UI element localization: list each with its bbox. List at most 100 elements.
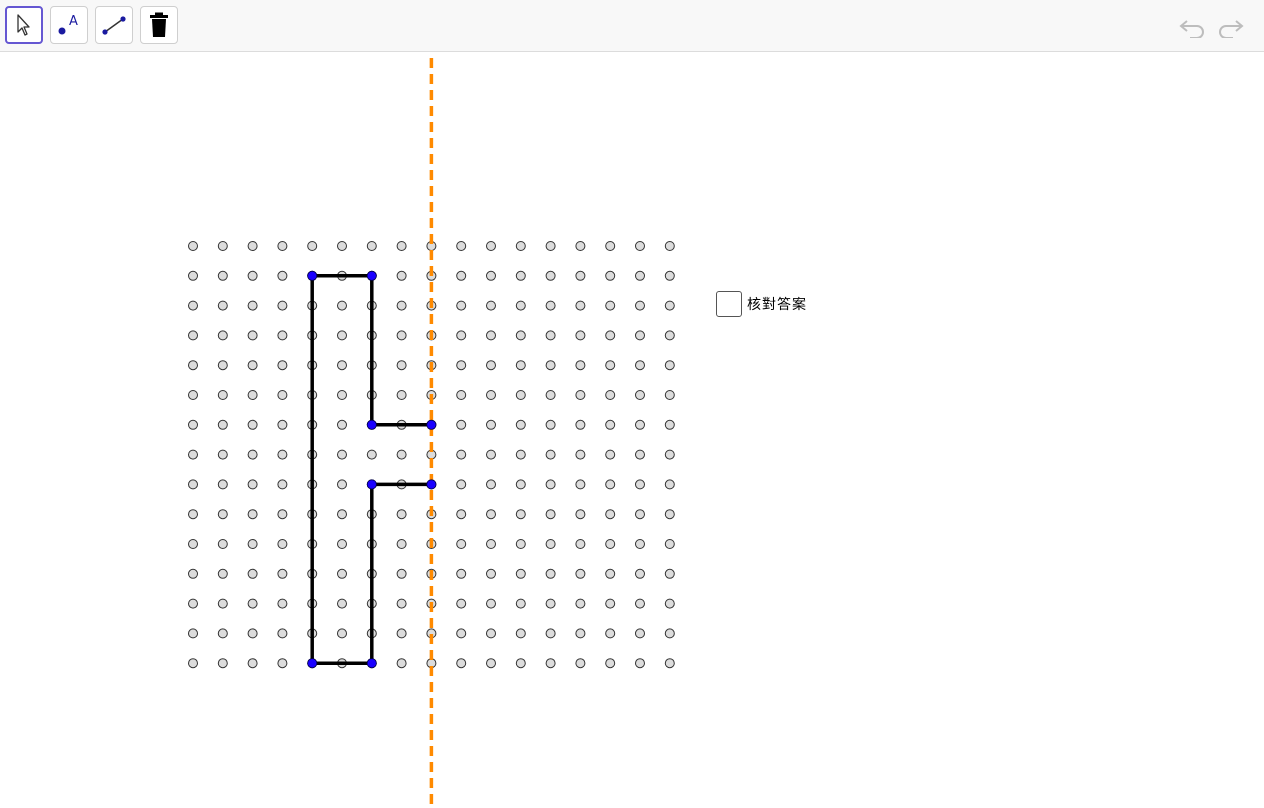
grid-dot[interactable] — [217, 449, 228, 460]
grid-dot[interactable] — [307, 241, 318, 251]
shape-vertex[interactable] — [366, 658, 377, 669]
grid-dot[interactable] — [277, 479, 288, 490]
grid-dot[interactable] — [247, 270, 258, 281]
grid-dot[interactable] — [486, 360, 496, 371]
grid-dot[interactable] — [277, 568, 288, 579]
grid-dot[interactable] — [515, 270, 526, 281]
grid-dot[interactable] — [486, 419, 496, 430]
grid-dot[interactable] — [396, 568, 407, 579]
grid-dot[interactable] — [545, 539, 556, 549]
grid-dot[interactable] — [664, 390, 675, 400]
grid-dot[interactable] — [635, 539, 645, 549]
grid-dot[interactable] — [664, 628, 675, 639]
grid-dot[interactable] — [605, 598, 616, 609]
grid-dot[interactable] — [456, 568, 467, 579]
grid-dot[interactable] — [277, 300, 288, 311]
grid-dot[interactable] — [605, 390, 616, 400]
grid-dot[interactable] — [664, 568, 675, 579]
grid-dot[interactable] — [456, 360, 467, 371]
grid-dot[interactable] — [664, 300, 675, 311]
grid-dot[interactable] — [545, 241, 556, 251]
grid-dot[interactable] — [635, 598, 645, 609]
grid-dot[interactable] — [217, 330, 228, 341]
grid-dot[interactable] — [664, 658, 675, 669]
grid-dot[interactable] — [515, 241, 526, 251]
grid-dot[interactable] — [635, 300, 645, 311]
grid-dot[interactable] — [605, 539, 616, 549]
grid-dot[interactable] — [515, 300, 526, 311]
grid-dot[interactable] — [605, 449, 616, 460]
grid-dot[interactable] — [217, 390, 228, 400]
grid-dot[interactable] — [605, 628, 616, 639]
grid-dot[interactable] — [247, 598, 258, 609]
grid-dot[interactable] — [217, 479, 228, 490]
grid-dot[interactable] — [545, 300, 556, 311]
grid-dot[interactable] — [456, 330, 467, 341]
grid-dot[interactable] — [575, 390, 586, 400]
grid-dot[interactable] — [486, 330, 496, 341]
grid-dot[interactable] — [605, 479, 616, 490]
grid-dot[interactable] — [486, 568, 496, 579]
graphics-view[interactable] — [0, 53, 1264, 808]
grid-dot[interactable] — [337, 509, 347, 520]
grid-dot[interactable] — [575, 419, 586, 430]
grid-dot[interactable] — [635, 568, 645, 579]
grid-dot[interactable] — [545, 479, 556, 490]
point-tool-button[interactable]: A — [50, 6, 88, 44]
grid-dot[interactable] — [277, 330, 288, 341]
grid-dot[interactable] — [217, 270, 228, 281]
grid-dot[interactable] — [277, 598, 288, 609]
grid-dot[interactable] — [396, 300, 407, 311]
grid-dot[interactable] — [545, 598, 556, 609]
grid-dot[interactable] — [635, 390, 645, 400]
grid-dot[interactable] — [337, 628, 347, 639]
check-answer-checkbox[interactable]: 核對答案 — [716, 291, 807, 317]
grid-dot[interactable] — [247, 449, 258, 460]
grid-dot[interactable] — [247, 241, 258, 251]
grid-dot[interactable] — [575, 270, 586, 281]
grid-dot[interactable] — [635, 509, 645, 520]
grid-dot[interactable] — [456, 419, 467, 430]
grid-dot[interactable] — [605, 330, 616, 341]
grid-dot[interactable] — [247, 479, 258, 490]
shape-vertex[interactable] — [366, 270, 377, 281]
grid-dot[interactable] — [635, 270, 645, 281]
grid-dot[interactable] — [664, 449, 675, 460]
grid-dot[interactable] — [337, 419, 347, 430]
grid-dot[interactable] — [545, 658, 556, 669]
grid-dot[interactable] — [456, 509, 467, 520]
grid-dot[interactable] — [486, 628, 496, 639]
grid-dot[interactable] — [277, 241, 288, 251]
grid-dot[interactable] — [188, 390, 198, 400]
grid-dot[interactable] — [575, 628, 586, 639]
grid-dot[interactable] — [337, 539, 347, 549]
grid-dot[interactable] — [545, 628, 556, 639]
grid-dot[interactable] — [396, 539, 407, 549]
undo-button[interactable] — [1177, 12, 1209, 40]
grid-dot[interactable] — [664, 419, 675, 430]
shape-vertex[interactable] — [307, 270, 318, 281]
grid-dot[interactable] — [337, 300, 347, 311]
grid-dot[interactable] — [635, 241, 645, 251]
grid-dot[interactable] — [396, 270, 407, 281]
grid-dot[interactable] — [664, 360, 675, 371]
grid-dot[interactable] — [396, 241, 407, 251]
grid-dot[interactable] — [337, 330, 347, 341]
grid-dot[interactable] — [217, 568, 228, 579]
grid-dot[interactable] — [486, 390, 496, 400]
shape-vertex[interactable] — [426, 419, 437, 430]
grid-dot[interactable] — [277, 360, 288, 371]
grid-dot[interactable] — [575, 360, 586, 371]
grid-dot[interactable] — [605, 241, 616, 251]
grid-dot[interactable] — [486, 449, 496, 460]
grid-dot[interactable] — [217, 360, 228, 371]
grid-dot[interactable] — [188, 270, 198, 281]
grid-dot[interactable] — [635, 330, 645, 341]
move-tool-button[interactable] — [5, 6, 43, 44]
grid-dot[interactable] — [247, 568, 258, 579]
shape-vertex[interactable] — [366, 419, 377, 430]
grid-dot[interactable] — [515, 568, 526, 579]
grid-dot[interactable] — [396, 509, 407, 520]
grid-dot[interactable] — [515, 598, 526, 609]
grid-dot[interactable] — [515, 449, 526, 460]
